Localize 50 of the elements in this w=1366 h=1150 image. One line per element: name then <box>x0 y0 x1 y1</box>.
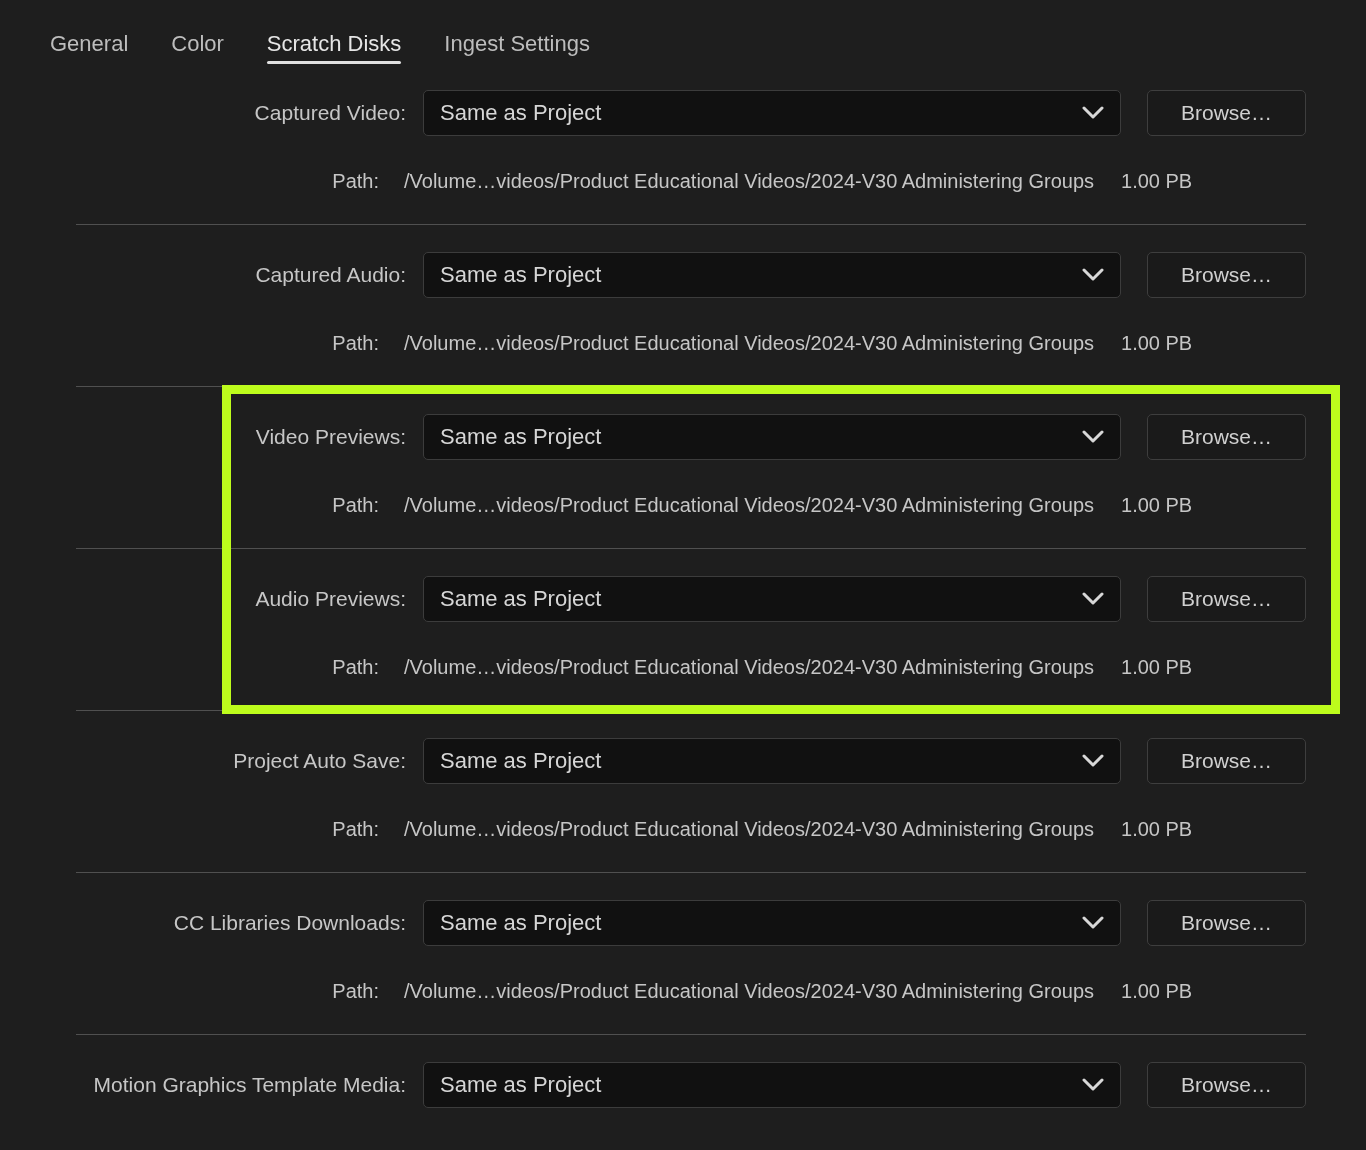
path-label: Path: <box>331 655 379 679</box>
path-text: /Volume…videos/Product Educational Videos/2024-V30 Administering Groups <box>404 331 1095 355</box>
disk-size-text: 1.00 PB <box>1121 979 1193 1003</box>
path-text: /Volume…videos/Product Educational Videos/2024-V30 Administering Groups <box>404 493 1095 517</box>
path-label: Path: <box>331 169 379 193</box>
chevron-down-icon <box>1082 916 1104 930</box>
disk-size-text: 1.00 PB <box>1121 655 1193 679</box>
browse-button[interactable]: Browse… <box>1147 576 1306 622</box>
path-label: Path: <box>331 979 379 1003</box>
disk-size-text: 1.00 PB <box>1121 169 1193 193</box>
chevron-down-icon <box>1082 1078 1104 1092</box>
browse-button[interactable]: Browse… <box>1147 1062 1306 1108</box>
setting-label: Video Previews: <box>255 425 406 449</box>
disk-size-text: 1.00 PB <box>1121 493 1193 517</box>
disk-size-text: 1.00 PB <box>1121 331 1193 355</box>
setting-label: Audio Previews: <box>255 587 406 611</box>
disk-size-text: 1.00 PB <box>1121 817 1193 841</box>
location-dropdown[interactable]: Same as Project <box>423 576 1121 622</box>
browse-button[interactable]: Browse… <box>1147 414 1306 460</box>
setting-label: CC Libraries Downloads: <box>173 911 406 935</box>
chevron-down-icon <box>1082 106 1104 120</box>
chevron-down-icon <box>1082 268 1104 282</box>
setting-label: Captured Audio: <box>255 263 406 287</box>
chevron-down-icon <box>1082 754 1104 768</box>
browse-button[interactable]: Browse… <box>1147 738 1306 784</box>
path-label: Path: <box>331 331 379 355</box>
setting-label: Captured Video: <box>254 101 406 125</box>
location-dropdown[interactable]: Same as Project <box>423 738 1121 784</box>
path-text: /Volume…videos/Product Educational Videos/2024-V30 Administering Groups <box>404 169 1095 193</box>
browse-button[interactable]: Browse… <box>1147 900 1306 946</box>
location-dropdown[interactable]: Same as Project <box>423 1062 1121 1108</box>
location-dropdown[interactable]: Same as Project <box>423 414 1121 460</box>
chevron-down-icon <box>1082 592 1104 606</box>
tab[interactable]: General <box>38 24 141 64</box>
path-text: /Volume…videos/Product Educational Videos/2024-V30 Administering Groups <box>404 655 1095 679</box>
browse-button[interactable]: Browse… <box>1147 90 1306 136</box>
path-text: /Volume…videos/Product Educational Videos/2024-V30 Administering Groups <box>404 817 1095 841</box>
path-text: /Volume…videos/Product Educational Videos/2024-V30 Administering Groups <box>404 979 1095 1003</box>
browse-button[interactable]: Browse… <box>1147 252 1306 298</box>
tab[interactable]: Color <box>159 24 236 64</box>
location-dropdown[interactable]: Same as Project <box>423 252 1121 298</box>
tab[interactable]: Ingest Settings <box>432 24 602 64</box>
setting-label: Project Auto Save: <box>233 749 406 773</box>
tab[interactable]: Scratch Disks <box>254 24 414 64</box>
setting-label: Motion Graphics Template Media: <box>93 1073 406 1097</box>
path-label: Path: <box>331 817 379 841</box>
path-label: Path: <box>331 493 379 517</box>
chevron-down-icon <box>1082 430 1104 444</box>
location-dropdown[interactable]: Same as Project <box>423 900 1121 946</box>
location-dropdown[interactable]: Same as Project <box>423 90 1121 136</box>
